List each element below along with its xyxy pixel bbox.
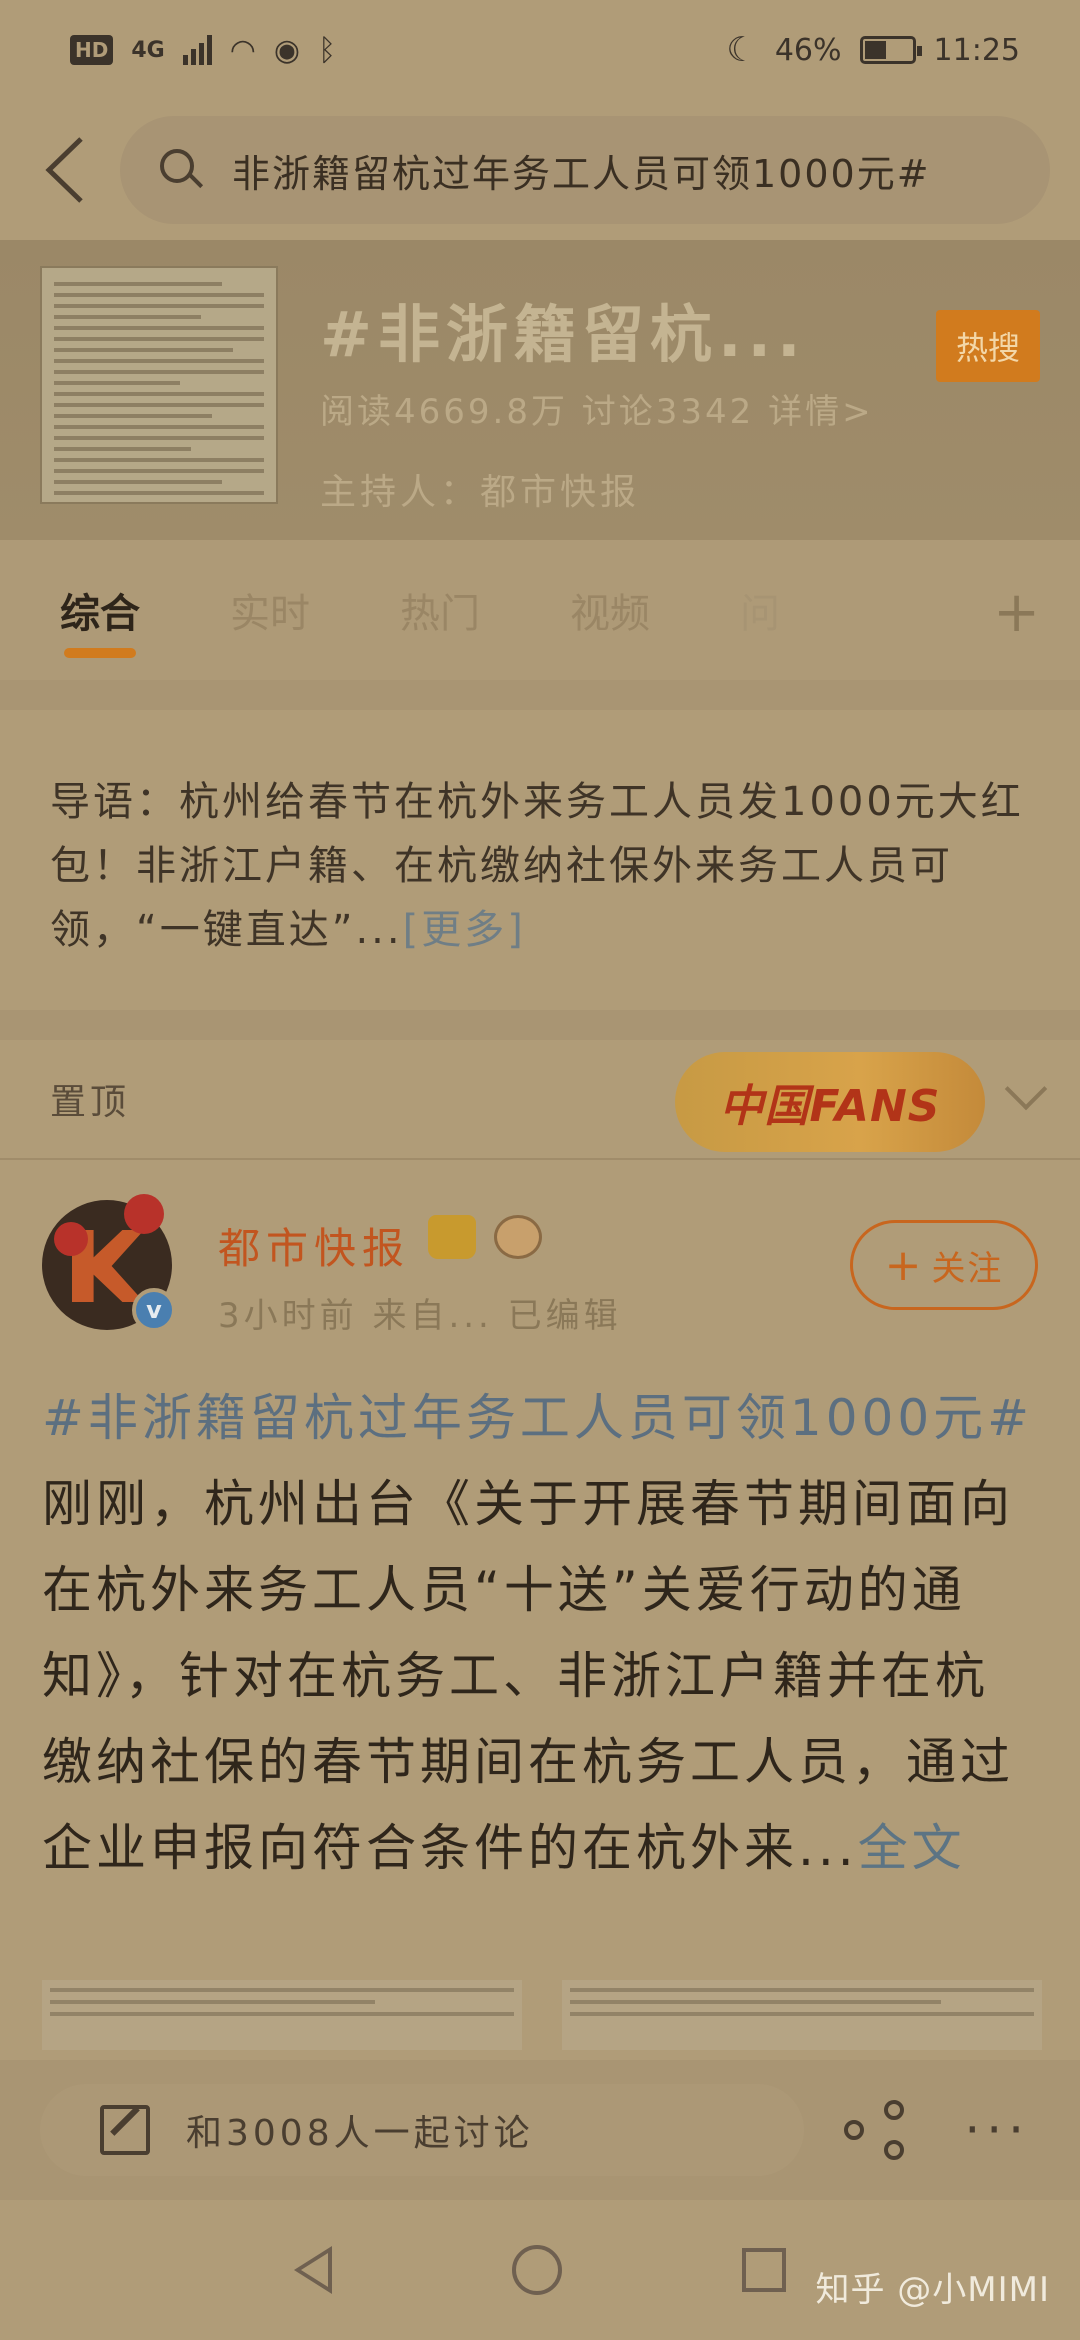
signal-icon — [182, 35, 212, 65]
comment-input[interactable]: 和3008人一起讨论 — [40, 2084, 805, 2176]
post-body-text: 刚刚，杭州出台《关于开展春节期间面向在杭外来务工人员“十送”关爱行动的通知》，针… — [42, 1475, 1014, 1877]
plus-icon: + — [884, 1239, 924, 1291]
wifi-icon: ◠ — [229, 32, 256, 68]
tab-video[interactable]: 视频 — [570, 570, 650, 650]
tab-qa[interactable]: 问 — [740, 570, 780, 650]
topic-stats[interactable]: 阅读4669.8万 讨论3342 详情> — [320, 384, 1040, 433]
post-meta: 3小时前 来自... 已编辑 — [218, 1296, 622, 1336]
watermark: 知乎 @小MIMI — [815, 2270, 1050, 2310]
topic-host[interactable]: 主持人：都市快报 — [320, 463, 1040, 515]
search-icon — [160, 149, 204, 191]
flower-decoration — [54, 1222, 88, 1256]
search-header: 非浙籍留杭过年务工人员可领1000元# — [0, 100, 1080, 240]
post-card: v 都市快报 3小时前 来自... 已编辑 + 关注 #非浙籍留杭过年务工人员可… — [0, 1160, 1080, 2060]
post-image[interactable] — [42, 1980, 522, 2050]
crown-badge-icon[interactable] — [428, 1215, 476, 1259]
eye-icon: ◉ — [273, 32, 301, 68]
add-tab-button[interactable]: + — [993, 580, 1040, 645]
status-left: HD 4G ◠ ◉ ᛒ — [70, 33, 336, 68]
status-time: 11:25 — [933, 32, 1020, 68]
search-input[interactable]: 非浙籍留杭过年务工人员可领1000元# — [120, 116, 1050, 224]
nav-recent-icon[interactable] — [742, 2248, 786, 2292]
author-badges — [428, 1215, 542, 1259]
battery-fill — [864, 41, 886, 59]
follow-button[interactable]: + 关注 — [850, 1220, 1038, 1310]
back-button[interactable] — [30, 130, 100, 210]
nav-home-icon[interactable] — [512, 2245, 562, 2295]
status-bar: HD 4G ◠ ◉ ᛒ ☾ 46% 11:25 — [0, 0, 1080, 100]
tab-realtime[interactable]: 实时 — [230, 570, 310, 650]
bluetooth-icon: ᛒ — [318, 32, 337, 68]
tab-popular[interactable]: 热门 — [400, 570, 480, 650]
post-image[interactable] — [562, 1980, 1042, 2050]
chevron-down-icon[interactable] — [1005, 1074, 1045, 1114]
more-options-icon[interactable]: ··· — [964, 2101, 1030, 2159]
share-icon[interactable] — [844, 2100, 905, 2160]
comment-bar: 和3008人一起讨论 ··· — [0, 2060, 1080, 2200]
post-hashtag[interactable]: #非浙籍留杭过年务工人员可领1000元# — [42, 1389, 1033, 1447]
topic-intro[interactable]: 导语：杭州给春节在杭外来务工人员发1000元大红包！非浙江户籍、在杭缴纳社保外来… — [0, 710, 1080, 1010]
moon-icon: ☾ — [726, 30, 757, 70]
hd-badge: HD — [70, 35, 114, 65]
avatar[interactable]: v — [42, 1194, 176, 1332]
follow-label: 关注 — [931, 1248, 1004, 1289]
battery-percent: 46% — [774, 32, 842, 68]
tab-comprehensive[interactable]: 综合 — [60, 570, 140, 658]
topic-title: #非浙籍留杭... — [320, 298, 807, 371]
topic-info: #非浙籍留杭... 阅读4669.8万 讨论3342 详情> 主持人：都市快报 … — [320, 266, 1040, 514]
status-right: ☾ 46% 11:25 — [726, 30, 1020, 70]
battery-icon — [859, 36, 922, 64]
topic-banner: #非浙籍留杭... 阅读4669.8万 讨论3342 详情> 主持人：都市快报 … — [0, 240, 1080, 540]
full-text-link[interactable]: 全文 — [858, 1819, 966, 1877]
nav-back-icon[interactable] — [294, 2246, 332, 2294]
comment-placeholder: 和3008人一起讨论 — [186, 2113, 534, 2154]
pinned-row: 置顶 中国FANS — [0, 1040, 1080, 1160]
hot-search-badge: 热搜 — [936, 310, 1040, 382]
search-query: 非浙籍留杭过年务工人员可领1000元# — [232, 151, 931, 196]
divider — [0, 680, 1080, 710]
pinned-label: 置顶 — [50, 1082, 131, 1123]
verified-icon: v — [132, 1288, 176, 1332]
topic-thumbnail[interactable] — [40, 266, 278, 504]
network-label: 4G — [131, 37, 165, 63]
intro-more-link[interactable]: [更多] — [403, 907, 526, 953]
post-images — [42, 1980, 1042, 2050]
intro-text: 导语：杭州给春节在杭外来务工人员发1000元大红包！非浙江户籍、在杭缴纳社保外来… — [50, 779, 1024, 953]
divider — [0, 1010, 1080, 1040]
back-arrow-icon — [45, 137, 83, 203]
china-fans-banner[interactable]: 中国FANS — [675, 1052, 985, 1152]
mascot-badge-icon[interactable] — [494, 1215, 542, 1259]
post-body[interactable]: #非浙籍留杭过年务工人员可领1000元# 刚刚，杭州出台《关于开展春节期间面向在杭… — [42, 1375, 1042, 1891]
flower-decoration — [124, 1194, 164, 1234]
tab-bar: 综合 实时 热门 视频 问 + — [0, 540, 1080, 680]
author-name[interactable]: 都市快报 — [218, 1215, 410, 1276]
edit-icon — [100, 2105, 150, 2155]
